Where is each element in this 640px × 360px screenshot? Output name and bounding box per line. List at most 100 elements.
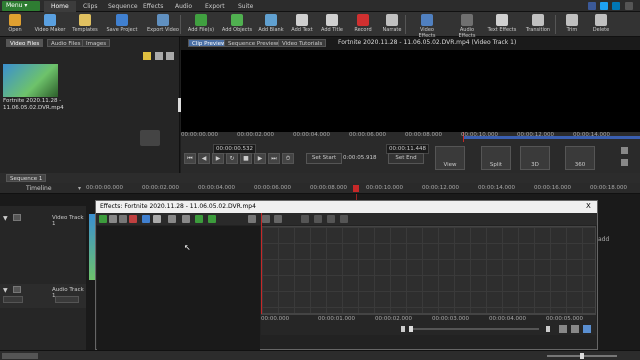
horizontal-scrollbar[interactable] bbox=[2, 353, 38, 359]
timeline-zoom-thumb[interactable] bbox=[580, 353, 584, 359]
keyframe-prev-icon[interactable] bbox=[301, 215, 309, 223]
close-dialog-button[interactable]: X bbox=[586, 202, 591, 210]
twitter-icon[interactable] bbox=[600, 2, 608, 10]
linkedin-icon[interactable] bbox=[612, 2, 620, 10]
tab-sequence-preview[interactable]: Sequence Preview bbox=[224, 39, 283, 47]
media-list-pane: Video Files Audio Files Images Fortnite … bbox=[0, 37, 180, 173]
grid-icon[interactable] bbox=[571, 325, 579, 333]
preview-ruler[interactable]: 00:00:00.000 00:00:02.000 00:00:04.000 00:0… bbox=[181, 132, 640, 142]
tab-suite[interactable]: Suite bbox=[231, 1, 260, 12]
keyframe-remove-icon[interactable] bbox=[274, 215, 282, 223]
open-effect-icon[interactable] bbox=[153, 215, 161, 223]
set-end-button[interactable]: Set End bbox=[388, 153, 424, 164]
tab-video-tutorials[interactable]: Video Tutorials bbox=[278, 39, 327, 47]
forward-button[interactable]: ⏭ bbox=[268, 153, 280, 164]
audio-effects-button[interactable]: Audio Effects bbox=[451, 13, 483, 39]
keyframe-options-icon[interactable] bbox=[340, 215, 348, 223]
effect-grid-icon[interactable] bbox=[182, 215, 190, 223]
view-icon[interactable] bbox=[583, 325, 591, 333]
prev-frame-button[interactable]: ◀ bbox=[198, 153, 210, 164]
effect-properties-icon[interactable] bbox=[109, 215, 117, 223]
clip-thumbnail[interactable] bbox=[3, 64, 58, 97]
tab-audio-files[interactable]: Audio Files bbox=[47, 39, 85, 47]
templates-button[interactable]: Templates bbox=[70, 13, 100, 36]
add-text-button[interactable]: Add Text bbox=[289, 13, 315, 36]
effects-zoom-thumb[interactable] bbox=[409, 326, 413, 332]
keyframe-graph[interactable] bbox=[261, 226, 596, 314]
tab-sequence-1[interactable]: Sequence 1 bbox=[6, 174, 47, 182]
narrate-button[interactable]: Narrate bbox=[379, 13, 405, 36]
move-up-icon[interactable] bbox=[208, 215, 216, 223]
record-button[interactable]: Record bbox=[350, 13, 376, 36]
effect-copy-icon[interactable] bbox=[119, 215, 127, 223]
list-icon[interactable] bbox=[559, 325, 567, 333]
dialog-playhead[interactable] bbox=[261, 213, 262, 323]
list-view-icon[interactable] bbox=[155, 52, 163, 60]
loop-button[interactable]: ↻ bbox=[226, 153, 238, 164]
text-effects-button[interactable]: Text Effects bbox=[486, 13, 518, 36]
tab-export[interactable]: Export bbox=[198, 1, 232, 12]
save-effect-icon[interactable] bbox=[142, 215, 150, 223]
effects-list[interactable] bbox=[97, 226, 260, 350]
set-start-button[interactable]: Set Start bbox=[306, 153, 342, 164]
fullscreen-icon[interactable] bbox=[621, 147, 628, 154]
help-icon[interactable] bbox=[625, 2, 633, 10]
export-button[interactable]: Export Video bbox=[146, 13, 180, 36]
add-blank-button[interactable]: Add Blank bbox=[257, 13, 285, 36]
video-track-collapse-icon[interactable]: ▼ bbox=[3, 215, 8, 222]
speaker-icon[interactable] bbox=[13, 286, 21, 293]
3d-button[interactable]: 3D bbox=[520, 146, 550, 170]
speed-button[interactable]: ⏱ bbox=[282, 153, 294, 164]
folder-up-icon[interactable] bbox=[143, 52, 151, 60]
tab-home[interactable]: Home bbox=[44, 1, 76, 12]
zoom-out-icon[interactable] bbox=[401, 326, 405, 332]
effects-zoom-slider[interactable] bbox=[409, 328, 539, 330]
grid-view-icon[interactable] bbox=[166, 52, 174, 60]
save-button[interactable]: Save Project bbox=[105, 13, 139, 36]
tab-audio[interactable]: Audio bbox=[168, 1, 199, 12]
timeline-ruler[interactable]: 00:00:00.000 00:00:02.000 00:00:04.000 00:0… bbox=[86, 183, 640, 194]
keyframe-tool-icon[interactable] bbox=[248, 215, 256, 223]
video-preview[interactable] bbox=[181, 50, 640, 132]
keyframe-add-icon[interactable] bbox=[262, 215, 270, 223]
audio-track-collapse-icon[interactable]: ▼ bbox=[3, 287, 8, 294]
facebook-icon[interactable] bbox=[588, 2, 596, 10]
tab-images[interactable]: Images bbox=[82, 39, 111, 47]
timeline-playhead-marker[interactable] bbox=[353, 185, 359, 192]
split-button[interactable]: Split bbox=[481, 146, 511, 170]
move-down-icon[interactable] bbox=[195, 215, 203, 223]
add-title-button[interactable]: Add Title bbox=[319, 13, 345, 36]
add-effect-icon[interactable] bbox=[99, 215, 107, 223]
remove-effect-icon[interactable] bbox=[129, 215, 137, 223]
audio-pan-slider[interactable] bbox=[55, 296, 79, 303]
effects-ruler[interactable]: 00:00.000 00:00:01.000 00:00:02.000 00:00:0… bbox=[261, 314, 596, 323]
video-effects-button[interactable]: Video Effects bbox=[411, 13, 443, 39]
effects-toolbar bbox=[96, 213, 597, 225]
rewind-button[interactable]: ⏮ bbox=[184, 153, 196, 164]
add-track-label[interactable]: add bbox=[598, 236, 609, 243]
tab-video-files[interactable]: Video Files bbox=[6, 39, 44, 47]
next-frame-button[interactable]: ▶ bbox=[254, 153, 266, 164]
keyframe-next-icon[interactable] bbox=[314, 215, 322, 223]
effect-list-icon[interactable] bbox=[168, 215, 176, 223]
tab-effects[interactable]: Effects bbox=[136, 1, 170, 12]
play-button[interactable]: ▶ bbox=[212, 153, 224, 164]
timeline-menu-icon[interactable]: ▾ bbox=[78, 185, 81, 192]
video-track-visibility-icon[interactable] bbox=[13, 214, 21, 221]
add-objects-button[interactable]: Add Objects bbox=[220, 13, 254, 36]
video-maker-button[interactable]: Video Maker bbox=[34, 13, 66, 36]
stop-button[interactable]: ■ bbox=[240, 153, 252, 164]
main-menu-button[interactable]: Menu ▾ bbox=[2, 1, 40, 11]
zoom-in-icon[interactable] bbox=[546, 326, 550, 332]
audio-volume-slider[interactable] bbox=[3, 296, 23, 303]
trim-button[interactable]: Trim bbox=[562, 13, 582, 36]
detach-icon[interactable] bbox=[621, 159, 628, 166]
keyframe-curve-icon[interactable] bbox=[327, 215, 335, 223]
360-button[interactable]: 360 bbox=[565, 146, 595, 170]
add-files-button[interactable]: Add File(s) bbox=[186, 13, 216, 36]
folder-button[interactable]: Open bbox=[2, 13, 28, 36]
track-headers: ▼ Video Track 1 ▼ Audio Track 1 bbox=[0, 212, 86, 350]
view-button[interactable]: View bbox=[435, 146, 465, 170]
transition-button[interactable]: Transition bbox=[522, 13, 554, 36]
delete-button[interactable]: Delete bbox=[590, 13, 612, 36]
